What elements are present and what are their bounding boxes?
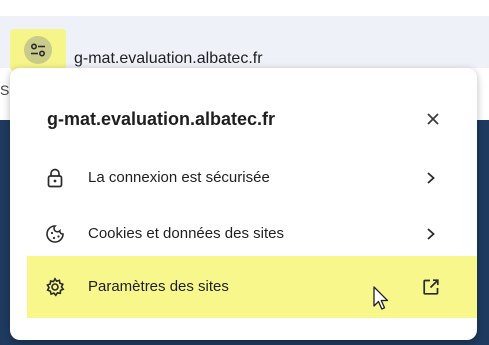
chevron-right-icon: [420, 223, 442, 245]
close-icon[interactable]: [420, 106, 446, 132]
menu-item-site-settings[interactable]: Paramètres des sites: [27, 256, 477, 318]
menu-item-label: Paramètres des sites: [88, 278, 229, 295]
menu-item-label: La connexion est sécurisée: [88, 169, 270, 186]
site-info-popup: g-mat.evaluation.albatec.fr La connexion…: [10, 68, 477, 340]
address-bar: g-mat.evaluation.albatec.fr: [0, 16, 489, 71]
url-text[interactable]: g-mat.evaluation.albatec.fr: [74, 49, 263, 69]
open-external-icon: [420, 276, 442, 298]
menu-item-connection[interactable]: La connexion est sécurisée: [10, 150, 477, 206]
menu-item-label: Cookies et données des sites: [88, 225, 284, 242]
menu-item-cookies[interactable]: Cookies et données des sites: [10, 206, 477, 262]
tune-icon: [24, 36, 52, 64]
mouse-cursor-icon: [373, 286, 389, 310]
popup-title: g-mat.evaluation.albatec.fr: [47, 109, 276, 129]
cookie-icon: [44, 223, 66, 245]
chevron-right-icon: [420, 167, 442, 189]
lock-icon: [44, 167, 66, 189]
site-info-button[interactable]: [10, 29, 66, 71]
settings-icon: [44, 276, 66, 298]
page-edge-text: S: [0, 82, 10, 98]
